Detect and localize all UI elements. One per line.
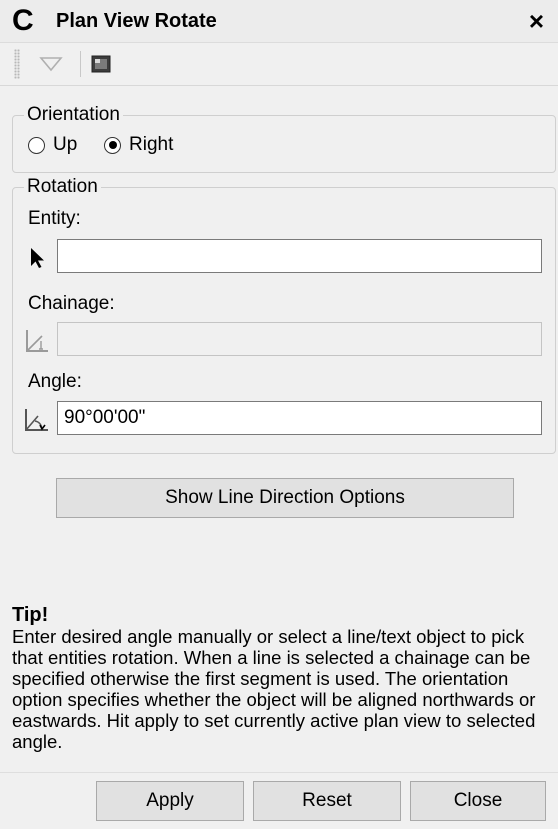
footer-separator [0, 772, 558, 773]
window-title: Plan View Rotate [56, 10, 217, 32]
reset-button[interactable]: Reset [253, 781, 401, 821]
radio-up[interactable]: Up [28, 134, 77, 156]
toolbar-grip[interactable] [14, 49, 20, 79]
angle-input[interactable] [57, 401, 542, 435]
entity-label: Entity: [28, 208, 81, 229]
chainage-row [20, 322, 542, 358]
angle-row [20, 401, 542, 437]
tip-text: Enter desired angle manually or select a… [12, 626, 536, 752]
angle-icon[interactable] [20, 403, 54, 437]
entity-row [20, 239, 542, 275]
apply-button[interactable]: Apply [96, 781, 244, 821]
radio-selected-dot [108, 141, 117, 149]
radio-right-label: Right [129, 134, 174, 155]
toolbar-separator [80, 51, 81, 77]
close-button[interactable]: Close [410, 781, 546, 821]
radio-up-circle[interactable] [28, 136, 45, 154]
angle-label: Angle: [28, 371, 82, 392]
chainage-label: Chainage: [28, 293, 115, 314]
panel-icon[interactable] [86, 49, 116, 79]
close-window-button[interactable]: × [529, 6, 544, 37]
radio-up-label: Up [53, 134, 78, 155]
orientation-legend: Orientation [24, 104, 123, 126]
radio-right[interactable]: Right [104, 134, 173, 156]
toolbar [0, 43, 558, 86]
title-bar: C Plan View Rotate × [0, 0, 558, 43]
cursor-arrow-icon[interactable] [20, 241, 54, 275]
show-line-direction-options-button[interactable]: Show Line Direction Options [56, 478, 514, 518]
radio-right-circle[interactable] [104, 136, 121, 154]
app-logo-icon: C [12, 4, 34, 37]
rotation-legend: Rotation [24, 176, 101, 198]
tip-title: Tip! [12, 604, 49, 626]
chainage-input [57, 322, 542, 356]
entity-input[interactable] [57, 239, 542, 273]
chainage-icon [20, 324, 54, 358]
dropdown-triangle-icon[interactable] [36, 49, 66, 79]
